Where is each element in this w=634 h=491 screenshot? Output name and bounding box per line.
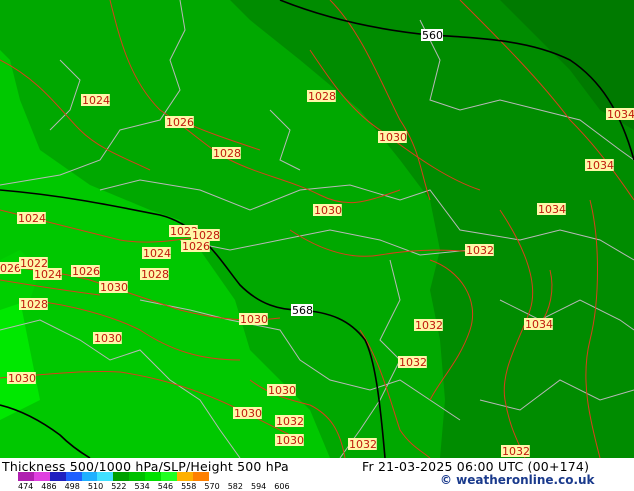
scale-swatch xyxy=(161,472,177,481)
pressure-label: 1034 xyxy=(538,203,566,216)
scale-swatch xyxy=(97,472,114,481)
pressure-label: 1028 xyxy=(308,90,336,103)
pressure-label: 1034 xyxy=(607,108,634,121)
scale-swatch xyxy=(81,472,98,481)
scale-swatch xyxy=(129,472,146,481)
pressure-label: 1030 xyxy=(8,372,36,385)
pressure-label: 1028 xyxy=(213,147,241,160)
pressure-label: 1024 xyxy=(82,94,110,107)
site-credit[interactable]: © weatheronline.co.uk xyxy=(440,473,595,487)
pressure-label: 1024 xyxy=(34,268,62,281)
scale-swatch xyxy=(176,472,193,481)
pressure-label: 1034 xyxy=(586,159,614,172)
height-label-560: 560 xyxy=(422,29,443,42)
scale-swatch xyxy=(33,472,50,481)
pressure-label: 1032 xyxy=(415,319,443,332)
pressure-label: 1030 xyxy=(100,281,128,294)
scale-swatch xyxy=(49,472,66,481)
pressure-label: 1026 xyxy=(72,265,100,278)
scale-swatch xyxy=(145,472,162,481)
height-label-568: 568 xyxy=(292,304,313,317)
pressure-label: 1024 xyxy=(143,247,171,260)
map-valid-time: Fr 21-03-2025 06:00 UTC (00+174) xyxy=(362,459,590,474)
pressure-label: 1032 xyxy=(276,415,304,428)
pressure-label: 1030 xyxy=(234,407,262,420)
pressure-label: 1034 xyxy=(525,318,553,331)
pressure-label: 1032 xyxy=(466,244,494,257)
pressure-label: 1032 xyxy=(349,438,377,451)
scale-swatch xyxy=(65,472,82,481)
pressure-label: 1026 xyxy=(182,240,210,253)
pressure-label: 1026 xyxy=(166,116,194,129)
scale-swatch xyxy=(18,472,34,481)
pressure-label: 1030 xyxy=(314,204,342,217)
pressure-label: 1028 xyxy=(141,268,169,281)
pressure-label: 1030 xyxy=(240,313,268,326)
pressure-label: 1024 xyxy=(18,212,46,225)
pressure-label: 1030 xyxy=(379,131,407,144)
scale-swatch xyxy=(192,472,209,481)
pressure-label: 1032 xyxy=(399,356,427,369)
pressure-label: 1030 xyxy=(268,384,296,397)
pressure-label: 1030 xyxy=(276,434,304,447)
pressure-label: 1032 xyxy=(502,445,530,458)
pressure-label: 026 xyxy=(0,262,21,275)
pressure-label: 1028 xyxy=(20,298,48,311)
pressure-label: 1030 xyxy=(94,332,122,345)
scale-swatch xyxy=(113,472,130,481)
weather-map: 1024 1028 1026 1028 1030 1034 1034 1024 1030 1034… xyxy=(0,0,634,458)
thickness-color-scale xyxy=(18,472,209,481)
